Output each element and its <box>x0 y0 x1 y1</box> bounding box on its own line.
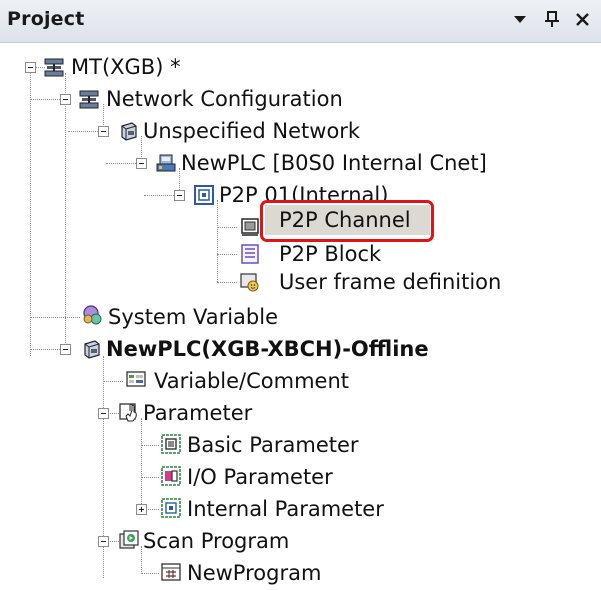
tree-connector <box>141 573 159 574</box>
tree-connector <box>141 477 159 478</box>
collapse-toggle[interactable] <box>136 158 147 169</box>
tree-item-basic-parameter[interactable]: Basic Parameter <box>187 432 359 458</box>
collapse-toggle[interactable] <box>60 94 71 105</box>
collapse-toggle[interactable] <box>174 190 185 201</box>
tree-item-new-program[interactable]: NewProgram <box>187 560 321 586</box>
tree-connector <box>217 227 237 228</box>
tree-item-user-frame-definition[interactable]: User frame definition <box>279 269 501 295</box>
tree-item-unspecified-network[interactable]: Unspecified Network <box>143 118 360 144</box>
tree-connector <box>217 282 237 283</box>
tree-item-system-variable[interactable]: System Variable <box>108 304 278 330</box>
tree-connector <box>144 195 174 196</box>
tree-connector <box>141 445 159 446</box>
system-variable-icon <box>81 304 103 326</box>
tree-connector <box>103 381 123 382</box>
internal-parameter-icon <box>160 497 182 519</box>
tree-connector <box>30 67 31 356</box>
tree-connector <box>141 418 142 510</box>
expand-toggle[interactable] <box>136 504 147 515</box>
tree-item-p2p-block[interactable]: P2P Block <box>279 241 381 267</box>
project-tree: MT(XGB) * Network Configuration Unspecif… <box>0 42 601 590</box>
collapse-toggle[interactable] <box>98 536 109 547</box>
tree-item-newplc-offline[interactable]: NewPLC(XGB-XBCH)-Offline <box>106 336 429 362</box>
tree-item-scan-program[interactable]: Scan Program <box>143 528 289 554</box>
network-configuration-icon <box>78 88 100 110</box>
tree-connector <box>146 509 159 510</box>
tree-item-parameter[interactable]: Parameter <box>143 400 252 426</box>
scan-program-icon <box>118 529 140 551</box>
tree-connector <box>30 317 80 318</box>
tree-item-p2p-01[interactable]: P2P 01(Internal) <box>219 182 388 202</box>
red-annotation-box <box>260 200 434 242</box>
io-parameter-icon <box>160 465 182 487</box>
collapse-toggle[interactable] <box>60 344 71 355</box>
collapse-toggle[interactable] <box>25 62 36 73</box>
tree-item-io-parameter[interactable]: I/O Parameter <box>187 464 333 490</box>
tree-item-variable-comment[interactable]: Variable/Comment <box>154 368 349 394</box>
tree-item-network-configuration[interactable]: Network Configuration <box>106 86 343 112</box>
collapse-toggle[interactable] <box>98 408 109 419</box>
p2p-module-icon <box>193 184 215 206</box>
plc-icon <box>80 338 102 360</box>
tree-item-internal-parameter[interactable]: Internal Parameter <box>187 496 384 522</box>
project-panel: Project MT(XGB) * Network Configuration … <box>0 0 601 590</box>
pin-icon[interactable] <box>540 6 564 32</box>
p2p-channel-icon <box>239 215 261 237</box>
user-frame-icon <box>239 271 261 293</box>
parameter-icon <box>118 401 140 423</box>
tree-connector <box>30 349 60 350</box>
collapse-toggle[interactable] <box>98 126 109 137</box>
tree-connector <box>30 99 60 100</box>
tree-connector <box>65 73 66 355</box>
basic-parameter-icon <box>160 433 182 455</box>
dropdown-icon[interactable] <box>508 6 532 32</box>
tree-item-project-root[interactable]: MT(XGB) * <box>71 54 181 80</box>
project-network-icon <box>43 56 65 78</box>
tree-item-newplc-cnet[interactable]: NewPLC [B0S0 Internal Cnet] <box>181 150 487 176</box>
tree-connector <box>217 254 237 255</box>
network-icon <box>117 120 139 142</box>
close-icon[interactable] <box>571 6 595 32</box>
tree-connector <box>141 546 142 574</box>
program-icon <box>160 561 182 583</box>
variable-comment-icon <box>125 368 147 390</box>
panel-title: Project <box>7 8 85 30</box>
tree-connector <box>106 163 136 164</box>
cnet-module-icon <box>155 152 177 174</box>
p2p-block-icon <box>239 243 261 265</box>
panel-titlebar: Project <box>0 0 601 43</box>
tree-connector <box>217 200 218 282</box>
tree-connector <box>68 131 98 132</box>
